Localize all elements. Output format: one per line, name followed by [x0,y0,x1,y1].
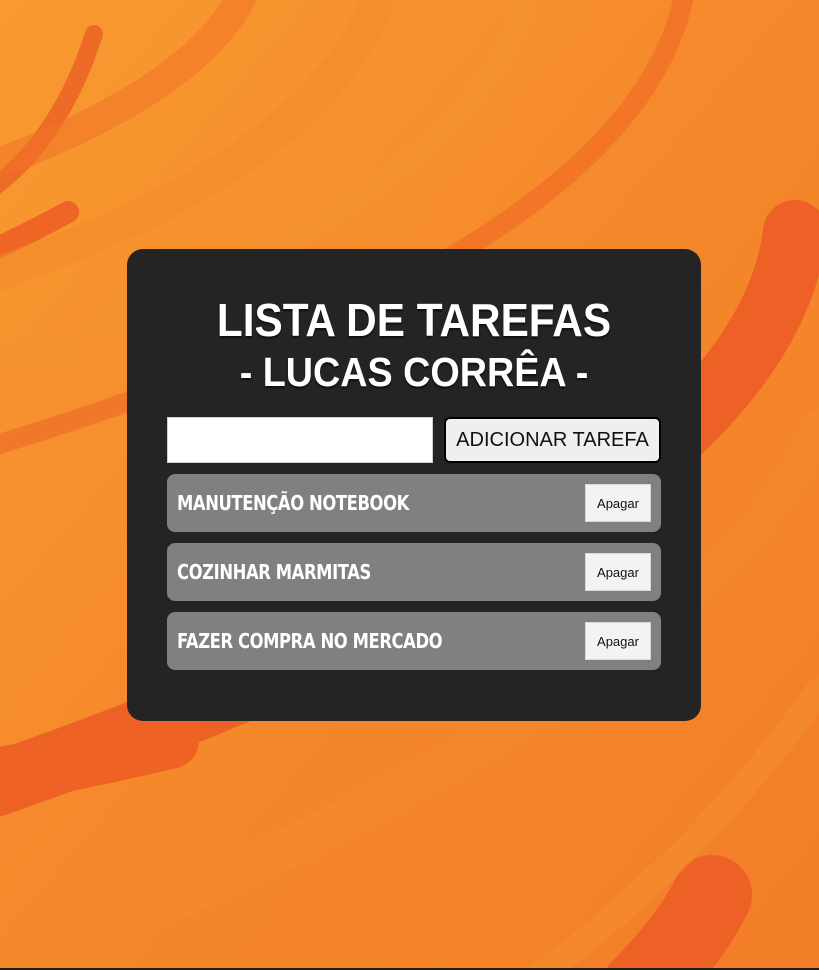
task-label: FAZER COMPRA NO MERCADO [177,629,443,653]
task-label: MANUTENÇÃO NOTEBOOK [177,491,409,515]
page-subtitle: - LUCAS CORRÊA - [239,349,589,395]
task-item: COZINHAR MARMITAS Apagar [167,543,661,601]
add-task-button[interactable]: ADICIONAR TAREFA [444,417,661,463]
task-input[interactable] [167,417,433,463]
page-title: LISTA DE TAREFAS [216,294,612,346]
task-item: FAZER COMPRA NO MERCADO Apagar [167,612,661,670]
task-list: MANUTENÇÃO NOTEBOOK Apagar COZINHAR MARM… [167,474,661,681]
delete-task-button[interactable]: Apagar [585,622,651,660]
todo-card: LISTA DE TAREFAS - LUCAS CORRÊA - ADICIO… [127,249,701,721]
task-item: MANUTENÇÃO NOTEBOOK Apagar [167,474,661,532]
delete-task-button[interactable]: Apagar [585,484,651,522]
task-label: COZINHAR MARMITAS [177,560,371,584]
delete-task-button[interactable]: Apagar [585,553,651,591]
